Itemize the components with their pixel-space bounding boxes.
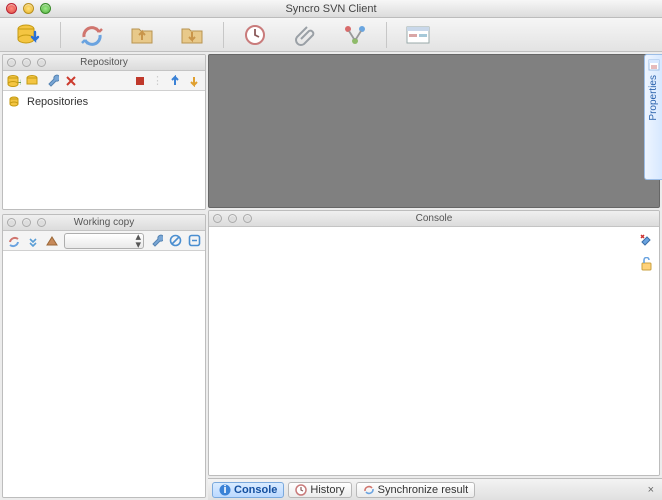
arrow-up-icon [169, 75, 181, 87]
repository-panel-header: Repository [3, 55, 205, 71]
lock-open-icon [640, 257, 653, 271]
console-panel: Console [208, 210, 660, 476]
working-copy-tree[interactable] [3, 251, 205, 497]
edit-repo-button[interactable] [24, 72, 42, 90]
update-button[interactable] [169, 20, 215, 50]
commit-button[interactable] [119, 20, 165, 50]
delete-repo-button[interactable] [62, 72, 80, 90]
side-tab-label: Properties [648, 75, 659, 121]
go-up-button[interactable] [166, 72, 184, 90]
minus-square-icon [188, 234, 201, 247]
tab-console[interactable]: i Console [212, 482, 284, 498]
console-side-icons [637, 231, 655, 273]
triangle-icon [46, 235, 58, 247]
refresh-icon [7, 234, 21, 248]
folder-down-icon [179, 23, 205, 47]
layout-button[interactable] [395, 20, 441, 50]
repositories-icon [9, 96, 23, 108]
add-repo-button[interactable]: + [5, 72, 23, 90]
no-entry-icon [169, 234, 182, 247]
stop-icon [135, 76, 145, 86]
tree-node-label: Repositories [27, 96, 88, 108]
toolbar-separator: ⋮ [150, 74, 165, 87]
tab-label: History [310, 484, 344, 496]
arrow-down-icon [188, 75, 200, 87]
content-area: Repository + ⋮ [0, 52, 662, 500]
paperclip-icon [293, 23, 317, 47]
repository-tree[interactable]: Repositories [3, 91, 205, 209]
repository-panel: Repository + ⋮ [2, 54, 206, 210]
chevrons-icon [27, 235, 39, 247]
checkout-button[interactable] [6, 20, 52, 50]
clear-console-button[interactable] [637, 231, 655, 249]
history-button[interactable] [232, 20, 278, 50]
sync-arrows-icon [79, 23, 105, 47]
working-copy-panel-title: Working copy [3, 217, 205, 228]
sync-icon [363, 484, 375, 496]
clock-icon [295, 484, 307, 496]
editor-area[interactable] [208, 54, 660, 208]
wc-settings-button[interactable] [147, 232, 165, 250]
console-panel-header: Console [209, 211, 659, 227]
annotate-button[interactable] [282, 20, 328, 50]
sync-button[interactable] [69, 20, 115, 50]
refresh-button[interactable] [5, 232, 23, 250]
ignore-button[interactable] [166, 232, 184, 250]
titlebar: Syncro SVN Client [0, 0, 662, 18]
branch-icon [342, 23, 368, 47]
console-output[interactable] [209, 227, 659, 475]
tab-synchronize-result[interactable]: Synchronize result [356, 482, 476, 498]
eraser-icon [639, 233, 653, 247]
working-copy-panel-header: Working copy [3, 215, 205, 231]
wrench-icon [45, 74, 59, 88]
svg-text:i: i [223, 484, 226, 496]
repository-toolbar: + ⋮ [3, 71, 205, 91]
repository-panel-title: Repository [3, 57, 205, 68]
repositories-root-node[interactable]: Repositories [7, 95, 201, 109]
toolbar-separator [60, 22, 61, 48]
tab-label: Synchronize result [378, 484, 469, 496]
database-edit-icon [26, 74, 40, 88]
layout-icon [405, 24, 431, 46]
folder-up-icon [129, 23, 155, 47]
svg-text:+: + [18, 77, 21, 88]
working-copy-selector[interactable]: ▴▾ [64, 233, 144, 249]
bottom-tab-bar: i Console History Synchronize result × [208, 478, 662, 500]
working-copy-panel: Working copy ▴▾ [2, 214, 206, 498]
wrench-icon [149, 234, 163, 248]
go-down-button[interactable] [185, 72, 203, 90]
chevron-updown-icon: ▴▾ [135, 233, 141, 249]
properties-side-tab[interactable]: Properties [644, 54, 662, 180]
tab-history[interactable]: History [288, 482, 351, 498]
window-title: Syncro SVN Client [0, 3, 662, 15]
flat-view-button[interactable] [185, 232, 203, 250]
stop-button[interactable] [131, 72, 149, 90]
info-icon: i [219, 484, 231, 496]
toolbar-separator [223, 22, 224, 48]
right-column: Console i Console History [208, 52, 662, 500]
working-copy-toolbar: ▴▾ [3, 231, 205, 251]
tab-label: Console [234, 484, 277, 496]
filter-button[interactable] [43, 232, 61, 250]
left-column: Repository + ⋮ [0, 52, 208, 500]
clock-icon [243, 23, 267, 47]
console-panel-title: Console [209, 213, 659, 224]
database-download-icon [15, 22, 43, 48]
lock-scroll-button[interactable] [637, 255, 655, 273]
toolbar-separator [386, 22, 387, 48]
x-icon [65, 75, 77, 87]
database-add-icon: + [7, 74, 21, 88]
collapse-button[interactable] [24, 232, 42, 250]
revision-graph-button[interactable] [332, 20, 378, 50]
repo-settings-button[interactable] [43, 72, 61, 90]
main-toolbar [0, 18, 662, 52]
close-tab-button[interactable]: × [644, 484, 658, 496]
properties-icon [648, 59, 660, 71]
